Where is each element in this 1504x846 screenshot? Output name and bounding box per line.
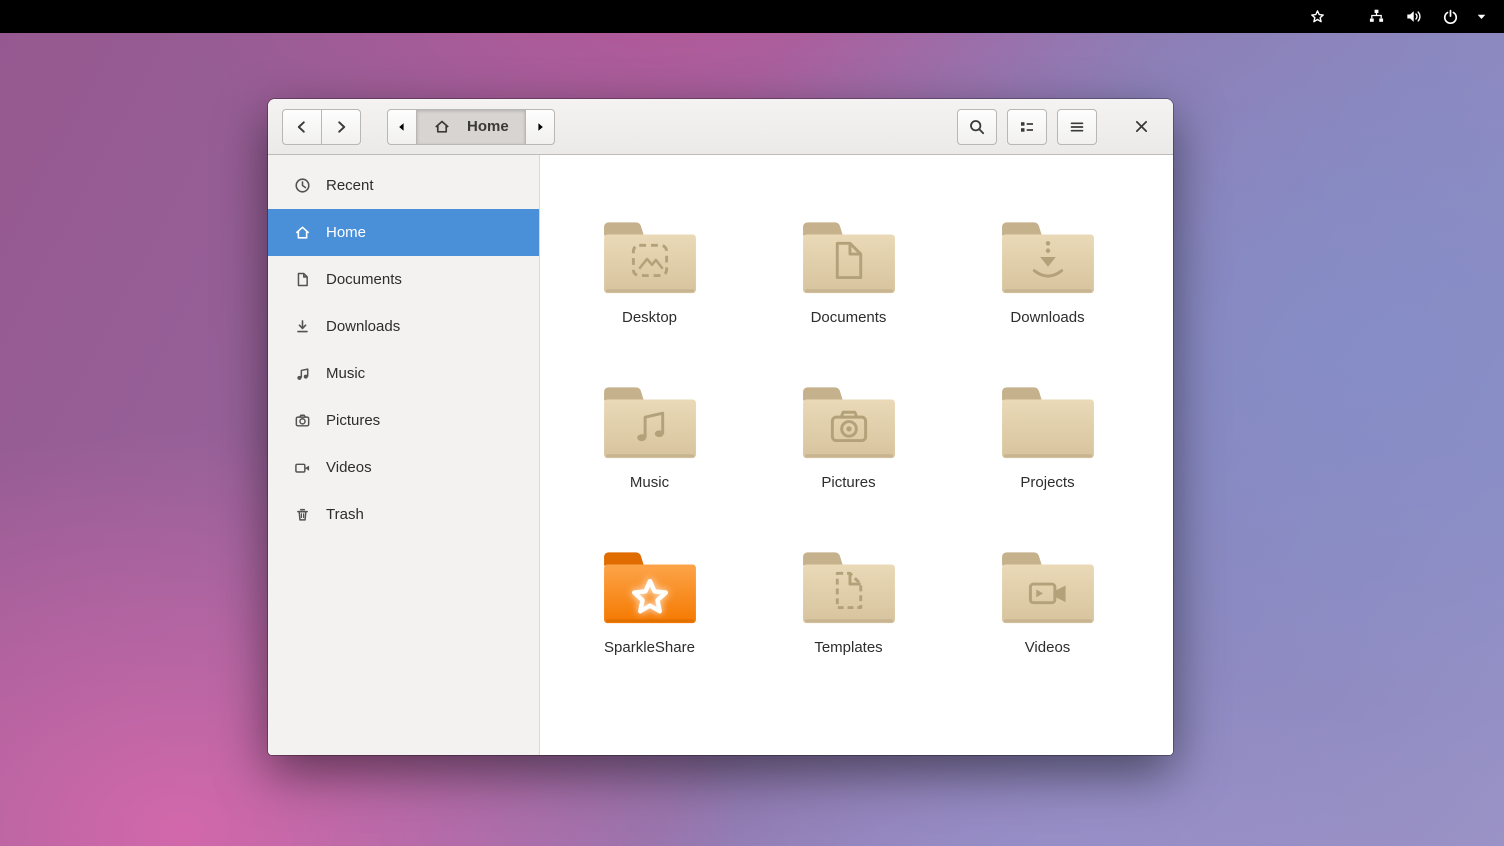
- path-location-label: Home: [467, 118, 509, 135]
- folder-icon: [599, 545, 701, 631]
- sidebar-list: Recent Home Documents Downloads Music Pi…: [268, 162, 539, 538]
- sidebar-item-trash[interactable]: Trash: [268, 491, 539, 538]
- file-documents[interactable]: Documents: [749, 185, 948, 350]
- folder-icon: [599, 215, 701, 301]
- path-next-button[interactable]: [525, 109, 555, 145]
- downloads-icon: [294, 318, 311, 335]
- header-actions: [957, 109, 1097, 145]
- path-bar: Home: [387, 109, 555, 145]
- recent-icon: [294, 177, 311, 194]
- file-projects[interactable]: Projects: [948, 350, 1147, 515]
- sidebar-item-label: Videos: [326, 459, 372, 476]
- file-label: Pictures: [821, 474, 875, 491]
- file-music[interactable]: Music: [550, 350, 749, 515]
- sidebar-item-recent[interactable]: Recent: [268, 162, 539, 209]
- file-desktop[interactable]: Desktop: [550, 185, 749, 350]
- file-label: Templates: [814, 639, 882, 656]
- file-templates[interactable]: Templates: [749, 515, 948, 680]
- file-label: Desktop: [622, 309, 677, 326]
- search-button[interactable]: [957, 109, 997, 145]
- back-button[interactable]: [282, 109, 322, 145]
- favorites-icon[interactable]: [1308, 8, 1326, 26]
- file-videos[interactable]: Videos: [948, 515, 1147, 680]
- file-label: Documents: [811, 309, 887, 326]
- path-home-button[interactable]: Home: [416, 109, 526, 145]
- sidebar-item-label: Pictures: [326, 412, 380, 429]
- sidebar-item-label: Documents: [326, 271, 402, 288]
- folder-icon: [599, 380, 701, 466]
- navigation-buttons: [282, 109, 361, 145]
- folder-icon: [997, 545, 1099, 631]
- sidebar-item-downloads[interactable]: Downloads: [268, 303, 539, 350]
- folder-icon: [798, 215, 900, 301]
- sidebar-item-label: Music: [326, 365, 365, 382]
- close-button[interactable]: [1123, 109, 1159, 145]
- hamburger-icon: [1068, 118, 1086, 136]
- content-area: Desktop Documents Downloads Music: [540, 155, 1173, 755]
- file-label: Music: [630, 474, 669, 491]
- network-icon[interactable]: [1367, 8, 1385, 26]
- folder-icon: [798, 545, 900, 631]
- path-previous-button[interactable]: [387, 109, 417, 145]
- sidebar-item-videos[interactable]: Videos: [268, 444, 539, 491]
- file-label: Downloads: [1010, 309, 1084, 326]
- folder-icon: [997, 215, 1099, 301]
- home-icon: [294, 224, 311, 241]
- file-label: Videos: [1025, 639, 1071, 656]
- home-icon: [433, 118, 451, 136]
- file-grid: Desktop Documents Downloads Music: [540, 155, 1173, 680]
- sidebar-item-home[interactable]: Home: [268, 209, 539, 256]
- menu-button[interactable]: [1057, 109, 1097, 145]
- documents-icon: [294, 271, 311, 288]
- pictures-icon: [294, 412, 311, 429]
- file-label: Projects: [1020, 474, 1074, 491]
- view-list-icon: [1018, 118, 1036, 136]
- folder-icon: [798, 380, 900, 466]
- close-icon: [1132, 117, 1151, 136]
- power-icon[interactable]: [1441, 8, 1459, 26]
- folder-icon: [997, 380, 1099, 466]
- sidebar-item-pictures[interactable]: Pictures: [268, 397, 539, 444]
- chevron-down-icon[interactable]: [1472, 8, 1490, 26]
- file-downloads[interactable]: Downloads: [948, 185, 1147, 350]
- sidebar-item-music[interactable]: Music: [268, 350, 539, 397]
- header-bar: Home: [268, 99, 1173, 155]
- volume-icon[interactable]: [1404, 8, 1422, 26]
- sidebar-item-label: Recent: [326, 177, 374, 194]
- music-icon: [294, 365, 311, 382]
- sidebar-item-label: Home: [326, 224, 366, 241]
- sidebar-item-documents[interactable]: Documents: [268, 256, 539, 303]
- sidebar: Recent Home Documents Downloads Music Pi…: [268, 155, 540, 755]
- search-icon: [968, 118, 986, 136]
- forward-button[interactable]: [321, 109, 361, 145]
- file-label: SparkleShare: [604, 639, 695, 656]
- videos-icon: [294, 459, 311, 476]
- view-toggle-button[interactable]: [1007, 109, 1047, 145]
- file-sparkleshare[interactable]: SparkleShare: [550, 515, 749, 680]
- sidebar-item-label: Downloads: [326, 318, 400, 335]
- file-pictures[interactable]: Pictures: [749, 350, 948, 515]
- sidebar-item-label: Trash: [326, 506, 364, 523]
- file-manager-window: Home Recent Home Documents Downloads Mus…: [268, 99, 1173, 755]
- trash-icon: [294, 506, 311, 523]
- top-bar: [0, 0, 1504, 33]
- system-tray: [1308, 8, 1490, 26]
